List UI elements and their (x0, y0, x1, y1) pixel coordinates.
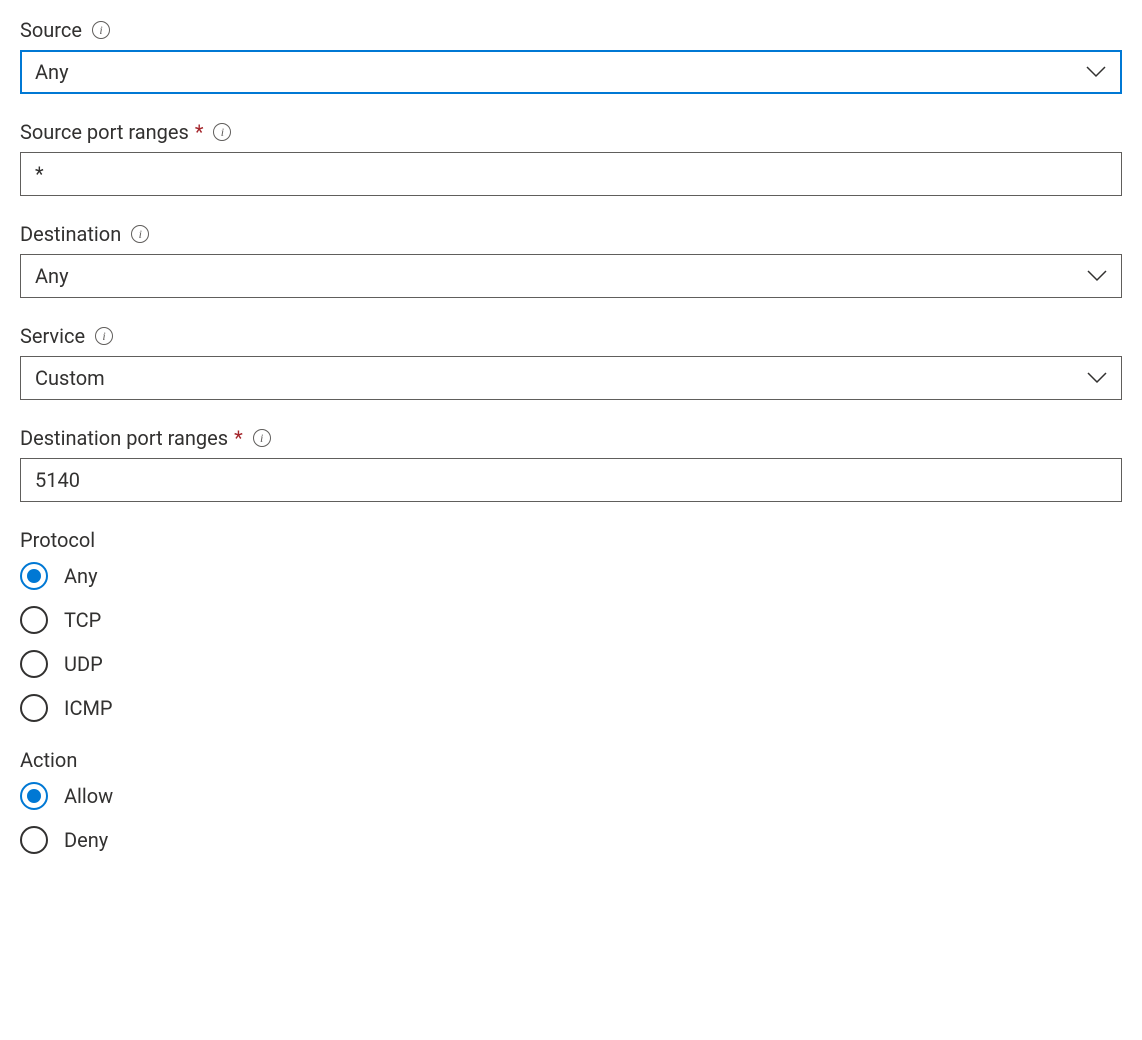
source-field-group: Source i Any (20, 18, 1122, 94)
destination-port-ranges-label-row: Destination port ranges * i (20, 426, 1122, 450)
source-port-ranges-field-group: Source port ranges * i (20, 120, 1122, 196)
destination-label-row: Destination i (20, 222, 1122, 246)
destination-field-group: Destination i Any (20, 222, 1122, 298)
source-port-ranges-input[interactable] (20, 152, 1122, 196)
radio-label: Any (64, 564, 98, 588)
source-label-row: Source i (20, 18, 1122, 42)
source-port-ranges-label-row: Source port ranges * i (20, 120, 1122, 144)
radio-label: UDP (64, 652, 103, 676)
protocol-option-tcp[interactable]: TCP (20, 606, 1122, 634)
source-port-ranges-label: Source port ranges (20, 120, 189, 144)
radio-label: TCP (64, 608, 101, 632)
radio-circle (20, 650, 48, 678)
info-icon[interactable]: i (213, 123, 231, 141)
service-dropdown-value: Custom (35, 366, 105, 390)
destination-port-ranges-label: Destination port ranges (20, 426, 228, 450)
radio-label: Allow (64, 784, 113, 808)
info-icon[interactable]: i (92, 21, 110, 39)
service-label-row: Service i (20, 324, 1122, 348)
radio-label: ICMP (64, 696, 113, 720)
source-dropdown-value: Any (35, 60, 69, 84)
destination-label: Destination (20, 222, 121, 246)
action-radio-group: Allow Deny (20, 782, 1122, 854)
protocol-field-group: Protocol Any TCP UDP ICMP (20, 528, 1122, 722)
destination-dropdown[interactable]: Any (20, 254, 1122, 298)
chevron-down-icon (1086, 66, 1106, 78)
radio-circle (20, 694, 48, 722)
service-field-group: Service i Custom (20, 324, 1122, 400)
info-icon[interactable]: i (131, 225, 149, 243)
service-label: Service (20, 324, 85, 348)
info-icon[interactable]: i (253, 429, 271, 447)
chevron-down-icon (1087, 372, 1107, 384)
action-option-allow[interactable]: Allow (20, 782, 1122, 810)
action-option-deny[interactable]: Deny (20, 826, 1122, 854)
protocol-option-udp[interactable]: UDP (20, 650, 1122, 678)
action-field-group: Action Allow Deny (20, 748, 1122, 854)
source-dropdown[interactable]: Any (20, 50, 1122, 94)
radio-circle (20, 562, 48, 590)
destination-port-ranges-field-group: Destination port ranges * i (20, 426, 1122, 502)
info-icon[interactable]: i (95, 327, 113, 345)
protocol-option-any[interactable]: Any (20, 562, 1122, 590)
protocol-heading: Protocol (20, 528, 1122, 552)
action-heading: Action (20, 748, 1122, 772)
radio-circle (20, 782, 48, 810)
protocol-radio-group: Any TCP UDP ICMP (20, 562, 1122, 722)
radio-label: Deny (64, 828, 108, 852)
radio-circle (20, 606, 48, 634)
destination-port-ranges-input[interactable] (20, 458, 1122, 502)
radio-circle (20, 826, 48, 854)
required-indicator: * (234, 426, 243, 450)
required-indicator: * (195, 120, 204, 144)
destination-dropdown-value: Any (35, 264, 69, 288)
source-label: Source (20, 18, 82, 42)
service-dropdown[interactable]: Custom (20, 356, 1122, 400)
chevron-down-icon (1087, 270, 1107, 282)
protocol-option-icmp[interactable]: ICMP (20, 694, 1122, 722)
